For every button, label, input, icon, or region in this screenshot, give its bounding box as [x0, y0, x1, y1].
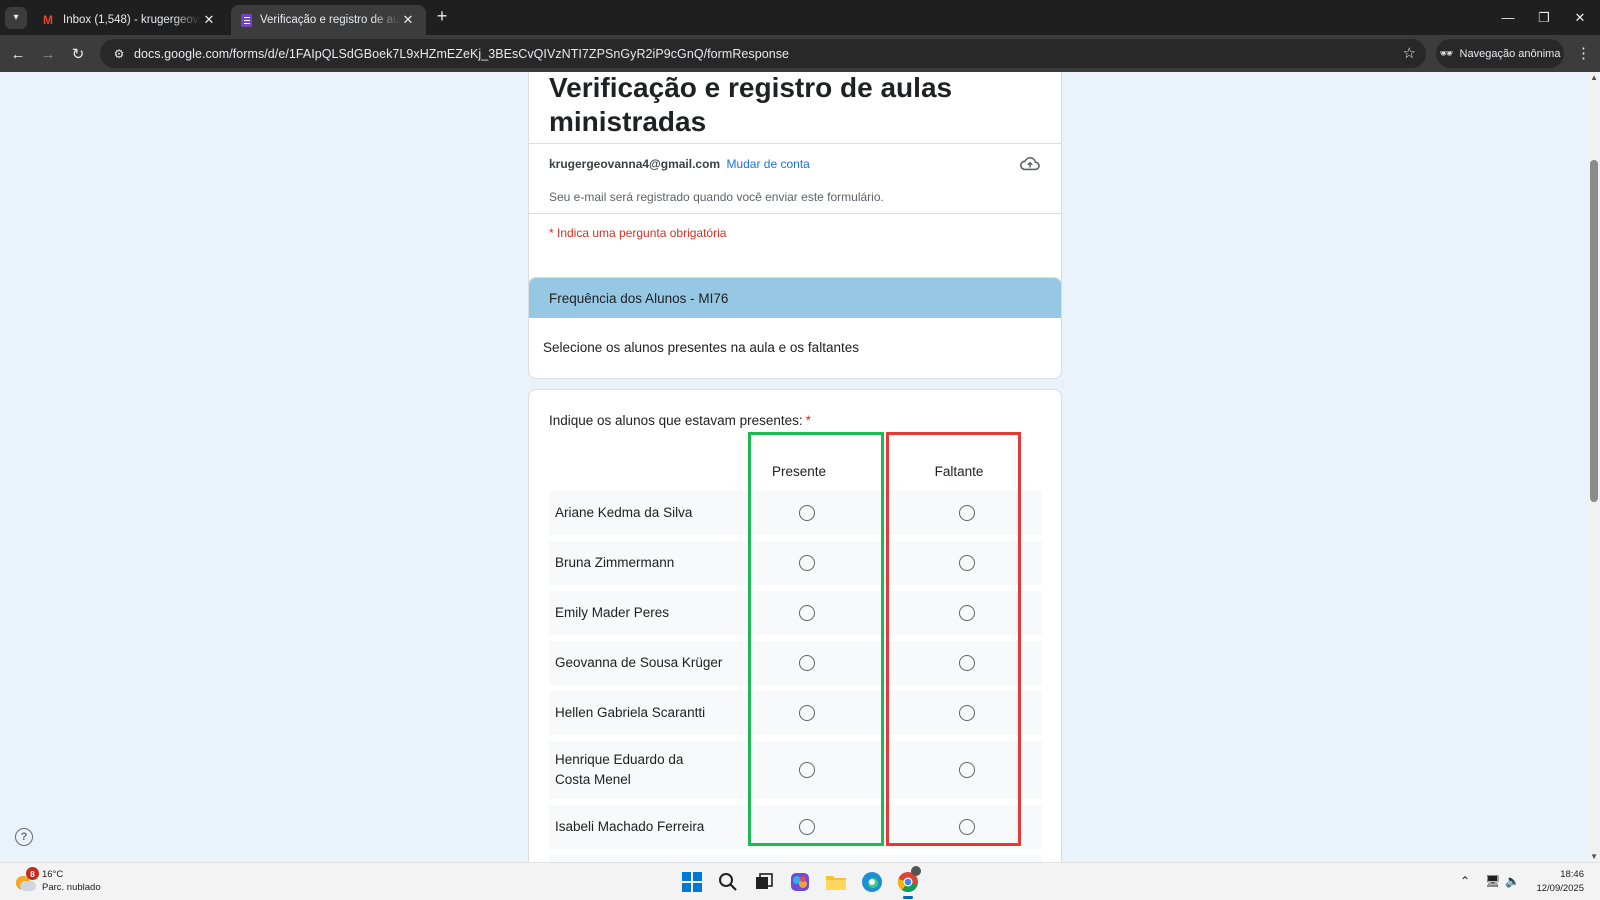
browser-menu-icon[interactable]: ⋮ [1576, 44, 1591, 62]
copilot-icon[interactable] [788, 870, 812, 894]
grid-row: Ariane Kedma da Silva [549, 491, 1042, 535]
question-label: Indique os alunos que estavam presentes:… [549, 413, 811, 428]
gmail-icon: M [43, 13, 53, 27]
grid-row [549, 855, 1042, 862]
back-button[interactable]: ← [6, 42, 30, 66]
required-asterisk: * [805, 413, 811, 428]
weather-badge: 8 [26, 867, 39, 880]
grid-row: Isabeli Machado Ferreira [549, 805, 1042, 849]
page-viewport: Verificação e registro de aulas ministra… [0, 72, 1600, 862]
account-line: krugergeovanna4@gmail.com Mudar de conta [549, 157, 810, 171]
grid-row: Geovanna de Sousa Krüger [549, 641, 1042, 685]
radio-presente[interactable] [799, 819, 815, 835]
grid-row: Emily Mader Peres [549, 591, 1042, 635]
bookmark-star-icon[interactable]: ☆ [1403, 44, 1416, 62]
cloud-save-icon[interactable] [1019, 155, 1041, 173]
clock-date: 12/09/2025 [1536, 883, 1584, 894]
question-card: Indique os alunos que estavam presentes:… [528, 389, 1062, 862]
scroll-down-arrow-icon[interactable]: ▼ [1590, 852, 1598, 861]
help-icon[interactable]: ? [15, 828, 33, 846]
required-note: * Indica uma pergunta obrigatória [549, 226, 727, 240]
network-icon[interactable]: 🖥 [1485, 874, 1500, 888]
forms-icon [241, 13, 252, 27]
incognito-label: Navegação anônima [1459, 47, 1561, 60]
task-view-icon[interactable] [752, 870, 776, 894]
radio-presente[interactable] [799, 505, 815, 521]
tray-overflow-icon[interactable]: ⌃ [1460, 874, 1470, 888]
radio-faltante[interactable] [959, 762, 975, 778]
site-info-icon[interactable]: ⚙ [104, 47, 134, 61]
divider [529, 213, 1061, 214]
partly-cloudy-icon: 8 [14, 867, 39, 892]
file-explorer-icon[interactable] [824, 870, 848, 894]
tab-title: Verificação e registro de aulas ministra… [260, 14, 400, 26]
url-text[interactable]: docs.google.com/forms/d/e/1FAIpQLSdGBoek… [134, 47, 789, 61]
windows-start-icon[interactable] [680, 870, 704, 894]
question-text: Indique os alunos que estavam presentes: [549, 413, 803, 428]
section-title: Frequência dos Alunos - MI76 [529, 278, 1061, 318]
student-name: Isabeli Machado Ferreira [555, 819, 705, 834]
incognito-indicator[interactable]: 🕶 Navegação anônima [1436, 39, 1564, 68]
student-name: Hellen Gabriela Scarantti [555, 705, 706, 720]
reload-button[interactable]: ↻ [66, 42, 90, 66]
windows-taskbar: 8 16°C Parc. nublado ⌃ 🖥 🔈 18:46 12/09/2… [0, 862, 1600, 900]
form-title: Verificação e registro de aulas ministra… [549, 72, 953, 137]
tab-forms[interactable]: Verificação e registro de aulas ministra… [231, 5, 426, 35]
student-name: Ariane Kedma da Silva [555, 505, 693, 520]
student-name: Henrique Eduardo da Costa Menel [555, 752, 684, 787]
radio-presente[interactable] [799, 762, 815, 778]
account-email: krugergeovanna4@gmail.com [549, 157, 721, 171]
student-name: Geovanna de Sousa Krüger [555, 655, 723, 670]
minimize-button[interactable]: — [1490, 0, 1526, 35]
column-header-presente: Presente [771, 464, 827, 479]
tab-gmail[interactable]: M Inbox (1,548) - krugergeovanna4@gmail.… [31, 5, 227, 35]
forward-button[interactable]: → [36, 42, 60, 66]
tab-title: Inbox (1,548) - krugergeovanna4@gmail.co… [63, 14, 201, 26]
radio-faltante[interactable] [959, 605, 975, 621]
address-bar[interactable]: ⚙ docs.google.com/forms/d/e/1FAIpQLSdGBo… [100, 39, 1426, 68]
weather-widget[interactable]: 8 16°C Parc. nublado [14, 867, 101, 894]
student-name: Bruna Zimmermann [555, 555, 675, 570]
close-icon[interactable]: ✕ [201, 12, 217, 28]
radio-faltante[interactable] [959, 505, 975, 521]
scroll-up-arrow-icon[interactable]: ▲ [1590, 73, 1598, 82]
grid-row: Henrique Eduardo da Costa Menel [549, 741, 1042, 799]
radio-presente[interactable] [799, 555, 815, 571]
radio-faltante[interactable] [959, 819, 975, 835]
clock[interactable]: 18:46 12/09/2025 [1536, 868, 1584, 896]
search-icon[interactable] [716, 870, 740, 894]
tab-search-button[interactable]: ▾ [5, 6, 27, 29]
section-card: Frequência dos Alunos - MI76 Selecione o… [528, 277, 1062, 379]
grid-row: Bruna Zimmermann [549, 541, 1042, 585]
radio-presente[interactable] [799, 705, 815, 721]
tab-strip: ▾ M Inbox (1,548) - krugergeovanna4@gmai… [0, 0, 1600, 35]
chrome-icon[interactable] [896, 866, 921, 899]
page-scrollbar[interactable]: ▲ ▼ [1588, 72, 1600, 862]
temperature: 16°C [42, 869, 64, 880]
email-note: Seu e-mail será registrado quando você e… [549, 190, 884, 204]
incognito-icon: 🕶 [1439, 48, 1454, 60]
radio-presente[interactable] [799, 655, 815, 671]
close-icon[interactable]: ✕ [400, 12, 416, 28]
radio-faltante[interactable] [959, 655, 975, 671]
close-window-button[interactable]: ✕ [1562, 0, 1598, 35]
switch-account-link[interactable]: Mudar de conta [726, 157, 809, 171]
grid-row: Hellen Gabriela Scarantti [549, 691, 1042, 735]
radio-faltante[interactable] [959, 555, 975, 571]
edge-icon[interactable] [860, 870, 884, 894]
radio-faltante[interactable] [959, 705, 975, 721]
section-description: Selecione os alunos presentes na aula e … [543, 340, 859, 355]
clock-time: 18:46 [1560, 869, 1584, 880]
volume-icon[interactable]: 🔈 [1505, 874, 1520, 888]
browser-toolbar: ← → ↻ ⚙ docs.google.com/forms/d/e/1FAIpQ… [0, 35, 1600, 72]
restore-button[interactable]: ❐ [1526, 0, 1562, 35]
student-name: Emily Mader Peres [555, 605, 670, 620]
radio-presente[interactable] [799, 605, 815, 621]
scroll-thumb[interactable] [1590, 160, 1598, 502]
weather-condition: Parc. nublado [42, 882, 101, 893]
column-header-faltante: Faltante [934, 464, 984, 479]
divider [529, 143, 1061, 144]
new-tab-button[interactable]: + [432, 6, 452, 27]
